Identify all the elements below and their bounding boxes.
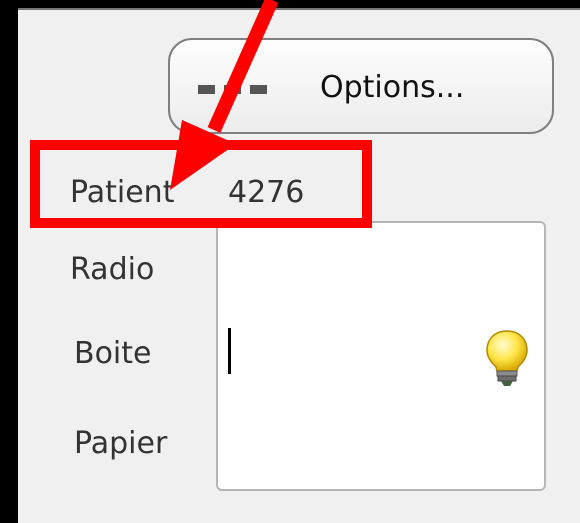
screen-frame: Options... Patient 4276 Radio Boite Papi… (0, 0, 580, 523)
dot (250, 85, 267, 94)
options-button-label: Options... (320, 70, 465, 105)
highlight-annotation (30, 140, 372, 228)
lightbulb-icon[interactable] (484, 329, 530, 387)
text-caret (228, 328, 231, 374)
boite-label: Boite (74, 336, 152, 371)
options-button[interactable]: Options... (168, 38, 554, 134)
dot (198, 85, 215, 94)
more-dots-icon (198, 85, 267, 94)
papier-label: Papier (74, 426, 168, 461)
radio-label: Radio (70, 252, 155, 287)
dot (224, 85, 241, 94)
